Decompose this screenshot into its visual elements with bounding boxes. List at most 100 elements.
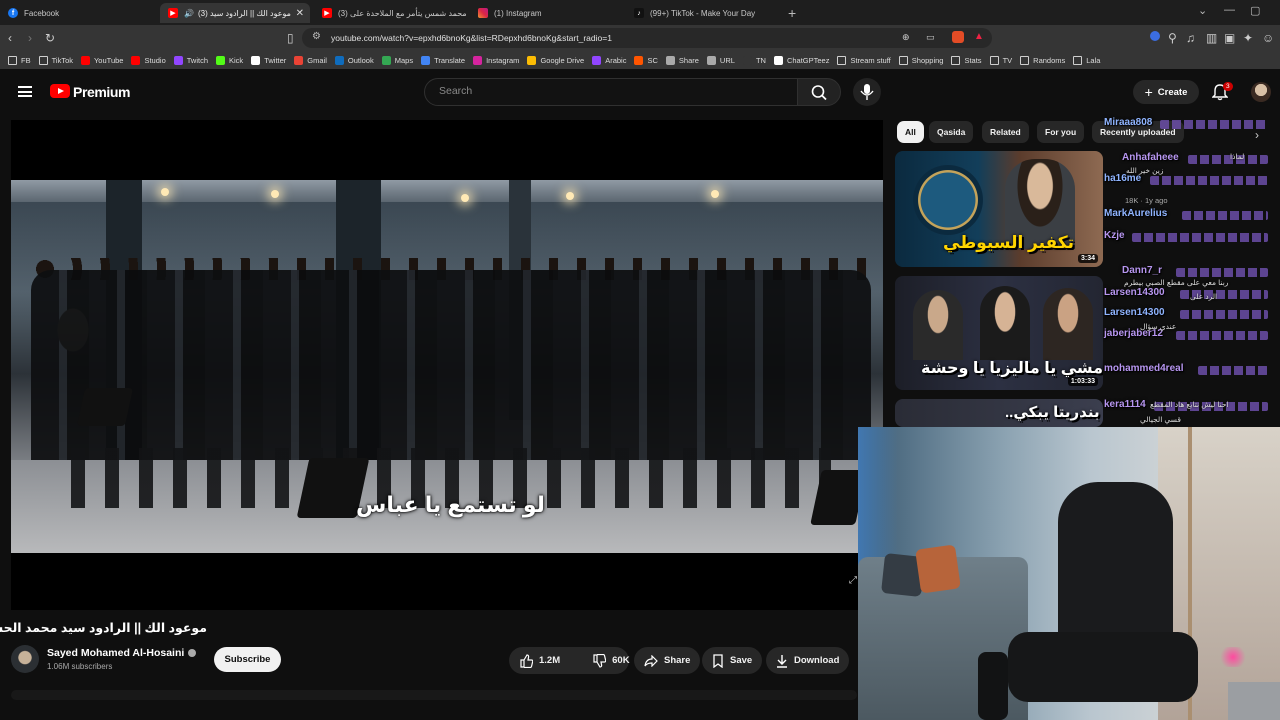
youtube-premium-wordmark[interactable]: Premium [73, 84, 131, 100]
cast-icon[interactable]: ▭ [926, 32, 935, 43]
maximize-icon[interactable]: ▢ [1250, 4, 1260, 17]
bookmark-twitter[interactable]: Twitter [251, 55, 287, 65]
bookmark-label: Outlook [347, 55, 374, 65]
youtube-logo-icon[interactable] [50, 84, 70, 98]
description-box[interactable] [11, 690, 857, 700]
fullscreen-icon[interactable]: ⤢ [849, 575, 857, 586]
tab-tiktok[interactable]: ♪ (99+) TikTok - Make Your Day [626, 3, 784, 23]
bookmark-arabic[interactable]: Arabic [592, 55, 626, 65]
chips-next-icon[interactable]: › [1255, 128, 1259, 142]
bookmark-star-icon[interactable]: ▯ [287, 31, 294, 45]
related-video-1[interactable]: تكفير السيوطي 3:34 [895, 151, 1103, 267]
share-icon [644, 654, 658, 667]
tab-search-icon[interactable]: ⌄ [1198, 4, 1207, 17]
voice-search-button[interactable] [853, 78, 881, 106]
bookmark-lala[interactable]: Lala [1073, 55, 1100, 65]
back-icon[interactable]: ‹ [8, 31, 12, 45]
close-tab-icon[interactable]: ✕ [296, 8, 304, 19]
tab-youtube-active[interactable]: ▶ 🔊 موعود الك || الرادود سيد (3) ✕ [160, 3, 310, 23]
bookmark-kick[interactable]: Kick [216, 55, 243, 65]
tab-instagram[interactable]: (1) Instagram [470, 3, 628, 23]
bookmark-shopping[interactable]: Shopping [898, 55, 944, 65]
bookmark-label: FB [21, 55, 31, 65]
share-button[interactable]: Share [634, 647, 701, 674]
channel-avatar[interactable] [11, 645, 39, 673]
bookmark-label: Twitch [186, 55, 209, 65]
arabic-icon [592, 55, 602, 65]
related-video-2[interactable]: امشي يا ماليزيا يا وحشة 1:03:33 [895, 276, 1103, 390]
minimize-icon[interactable]: — [1224, 4, 1235, 16]
share-label: Share [664, 655, 691, 666]
chip-related[interactable]: Related [982, 121, 1029, 143]
bookmark-sc[interactable]: SC [634, 55, 658, 65]
bookmark-icon [713, 653, 723, 668]
bookmark-translate[interactable]: Translate [421, 55, 466, 65]
account-avatar[interactable] [1251, 82, 1271, 102]
video-player[interactable]: لو تستمع يا عباس ⤢ [11, 120, 883, 610]
tab-youtube-2[interactable]: ▶ (3) محمد شمس يتأمر مع الملاحدة على [314, 3, 474, 23]
new-tab-icon[interactable]: + [788, 5, 796, 21]
bookmark-share[interactable]: Share [665, 55, 699, 65]
chip-for-you[interactable]: For you [1037, 121, 1085, 143]
sidebar-icon[interactable]: ▥ [1206, 31, 1217, 45]
wallet-icon[interactable]: ▣ [1224, 31, 1235, 45]
save-button[interactable]: Save [702, 647, 763, 674]
bookmark-stats[interactable]: Stats [951, 55, 982, 65]
alert-icon[interactable]: ▲ [974, 31, 984, 42]
translate-icon [421, 55, 431, 65]
music-icon[interactable]: ♫ [1186, 31, 1195, 45]
download-button[interactable]: Download [766, 647, 850, 674]
bookmark-gmail[interactable]: Gmail [294, 55, 327, 65]
search-box[interactable] [424, 78, 798, 106]
extension-icon[interactable] [1150, 31, 1160, 41]
like-button[interactable]: 1.2M [509, 647, 570, 674]
create-button[interactable]: + Create [1133, 80, 1199, 104]
speaker-icon[interactable]: 🔊 [184, 9, 194, 18]
bookmark-tiktok[interactable]: TikTok [38, 55, 73, 65]
bookmark-maps[interactable]: Maps [381, 55, 413, 65]
bookmark-label: Translate [434, 55, 466, 65]
chip-qasida[interactable]: Qasida [929, 121, 974, 143]
zoom-icon[interactable]: ⊕ [902, 32, 910, 43]
puzzle-icon[interactable]: ⚲ [1168, 31, 1177, 45]
chip-all[interactable]: All [897, 121, 924, 143]
chat-emotes [1132, 233, 1268, 242]
bookmark-tn[interactable]: TN [742, 55, 766, 65]
bookmark-stream-stuff[interactable]: Stream stuff [837, 55, 891, 65]
bookmark-label: Twitter [264, 55, 287, 65]
bookmark-twitch[interactable]: Twitch [173, 55, 209, 65]
bookmark-randoms[interactable]: Randoms [1020, 55, 1065, 65]
maps-icon [381, 55, 391, 65]
bookmark-url[interactable]: URL [706, 55, 735, 65]
search-input[interactable] [425, 79, 797, 103]
related-video-3[interactable]: بندريتا يبكي.. [895, 399, 1103, 427]
ai-icon[interactable]: ✦ [1243, 31, 1253, 45]
tab-title: موعود الك || الرادود سيد (3) [197, 8, 291, 18]
brave-shield-icon[interactable] [952, 31, 964, 43]
search-button[interactable] [797, 78, 841, 106]
twitch-icon [173, 55, 183, 65]
channel-name[interactable]: Sayed Mohamed Al-Hosaini [47, 647, 184, 659]
chat-emotes [1180, 310, 1268, 319]
bookmark-youtube[interactable]: YouTube [80, 55, 123, 65]
bookmark-outlook[interactable]: Outlook [334, 55, 374, 65]
address-bar[interactable]: ⚙ youtube.com/watch?v=epxhd6bnoKg&list=R… [302, 28, 992, 48]
tab-facebook[interactable]: f Facebook [0, 3, 158, 23]
forward-icon[interactable]: › [28, 31, 32, 45]
subscribe-button[interactable]: Subscribe [214, 647, 281, 672]
gmail-icon [294, 55, 304, 65]
bookmark-google-drive[interactable]: Google Drive [527, 55, 584, 65]
chat-emotes [1188, 155, 1268, 164]
reload-icon[interactable]: ↻ [45, 31, 55, 45]
bookmark-label: Shopping [911, 55, 944, 65]
profile-icon[interactable]: ☺ [1262, 31, 1274, 45]
bookmark-instagram[interactable]: Instagram [473, 55, 519, 65]
dislike-count: 60K [612, 655, 630, 666]
bookmark-chatgpteez[interactable]: ChatGPTeez [773, 55, 829, 65]
bookmark-tv[interactable]: TV [989, 55, 1012, 65]
menu-icon[interactable] [18, 86, 32, 97]
bookmark-studio[interactable]: Studio [131, 55, 166, 65]
site-info-icon[interactable]: ⚙ [312, 31, 321, 42]
bookmark-fb[interactable]: FB [8, 55, 31, 65]
dislike-button[interactable]: 60K [582, 647, 639, 674]
